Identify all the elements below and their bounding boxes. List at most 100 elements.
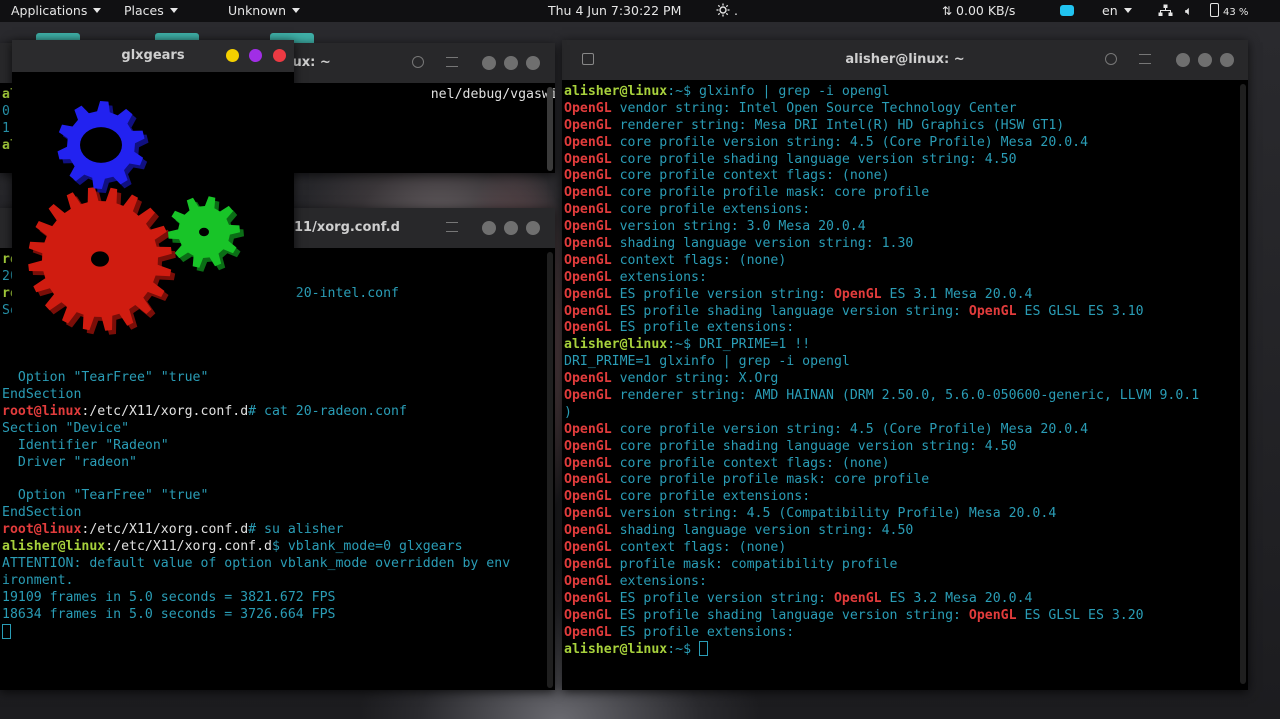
title-bar[interactable]: alisher@linux: ~	[562, 40, 1248, 80]
terminal-text: 18634 frames in 5.0 seconds = 3726.664 F…	[2, 606, 336, 622]
terminal-line: OpenGL ES profile version string: OpenGL…	[564, 287, 1248, 304]
terminal-text: ES 3.2 Mesa 20.0.4	[881, 590, 1033, 606]
minimize-icon[interactable]	[226, 49, 239, 62]
terminal-text: alisher@linux	[564, 84, 668, 99]
terminal-text: alisher@linux	[2, 539, 106, 555]
menu-icon[interactable]	[1139, 54, 1151, 64]
minimize-icon[interactable]	[1176, 53, 1190, 67]
terminal-text: :/etc/X11/xorg.conf.d	[81, 522, 249, 538]
terminal-text: core profile shading language version st…	[611, 151, 1017, 167]
menu-icon[interactable]	[446, 222, 458, 232]
terminal-text: root@linux	[2, 522, 82, 538]
glxgears-window[interactable]: glxgears	[12, 40, 294, 336]
maximize-icon[interactable]	[1198, 53, 1212, 67]
terminal-text: Driver "radeon"	[2, 454, 137, 470]
places-menu[interactable]: Places	[124, 0, 178, 22]
terminal-text: ironment.	[2, 572, 74, 588]
terminal-window-right[interactable]: alisher@linux: ~ alisher@linux:~$ glxinf…	[562, 40, 1248, 690]
scrollbar[interactable]	[547, 87, 553, 171]
terminal-text: version string: 3.0 Mesa 20.0.4	[611, 219, 866, 235]
minimize-icon[interactable]	[482, 56, 496, 70]
terminal-text: Identifier "Radeon"	[2, 437, 169, 453]
battery-icon	[1210, 3, 1219, 17]
terminal-text: core profile extensions:	[611, 489, 811, 505]
weather-indicator[interactable]: .	[716, 0, 738, 22]
terminal-line: OpenGL extensions:	[564, 270, 1248, 287]
terminal-text: OpenGL	[564, 607, 612, 623]
terminal-text: # su alisher	[248, 522, 344, 538]
terminal-text: extensions:	[611, 573, 707, 589]
battery-indicator[interactable]: 43 %	[1210, 0, 1248, 22]
close-icon[interactable]	[273, 49, 286, 62]
terminal-text: OpenGL	[564, 185, 612, 201]
terminal-text: OpenGL	[968, 303, 1017, 319]
terminal-text: context flags: (none)	[611, 540, 787, 556]
terminal-line: OpenGL extensions:	[564, 574, 1248, 591]
terminal-line: ATTENTION: default value of option vblan…	[2, 556, 555, 573]
terminal-text: OpenGL	[833, 286, 882, 302]
terminal-line: OpenGL ES profile shading language versi…	[564, 304, 1248, 321]
terminal-line: alisher@linux:~$	[564, 641, 1248, 658]
terminal-text: OpenGL	[564, 438, 612, 454]
network-tray[interactable]	[1158, 0, 1173, 22]
terminal-line: OpenGL ES profile version string: OpenGL…	[564, 591, 1248, 608]
terminal-text: shading language version string: 4.50	[611, 523, 914, 539]
network-speed-indicator[interactable]: ⇅ 0.00 KB/s	[942, 0, 1015, 22]
top-panel: Applications Places Unknown Thu 4 Jun 7:…	[0, 0, 1280, 22]
chevron-down-icon	[1123, 8, 1132, 13]
terminal-text: # cat 20-radeon.conf	[248, 404, 407, 420]
language-menu[interactable]: en	[1102, 0, 1132, 22]
scrollbar[interactable]	[1240, 84, 1246, 684]
chevron-down-icon	[169, 8, 178, 13]
terminal-line: EndSection	[2, 505, 555, 522]
terminal-text: ES GLSL ES 3.20	[1016, 607, 1144, 623]
terminal-text: core profile context flags: (none)	[611, 168, 890, 184]
maximize-icon[interactable]	[504, 56, 518, 70]
menu-icon[interactable]	[446, 57, 458, 67]
terminal-cursor	[2, 623, 11, 639]
terminal-line: root@linux:/etc/X11/xorg.conf.d# cat 20-…	[2, 404, 555, 421]
maximize-icon[interactable]	[504, 221, 518, 235]
terminal-text: renderer string: AMD HAINAN (DRM 2.50.0,…	[611, 388, 1200, 404]
terminal-text: OpenGL	[564, 151, 612, 167]
applications-menu[interactable]: Applications	[11, 0, 102, 22]
terminal-line: OpenGL core profile context flags: (none…	[564, 168, 1248, 185]
title-bar[interactable]: glxgears	[12, 40, 294, 72]
active-app-menu[interactable]: Unknown	[228, 0, 301, 22]
terminal-text: vendor string: X.Org	[611, 371, 779, 387]
terminal-text: OpenGL	[564, 100, 612, 116]
terminal-text: $ vblank_mode=0 glxgears	[271, 539, 463, 555]
terminal-text: version string: 4.5 (Compatibility Profi…	[611, 506, 1057, 522]
terminal-text: OpenGL	[564, 202, 612, 218]
weather-icon	[716, 3, 730, 17]
terminal-text: extensions:	[611, 269, 707, 285]
terminal-line: ironment.	[2, 573, 555, 590]
terminal-text: core profile shading language version st…	[611, 438, 1017, 454]
terminal-line: OpenGL core profile version string: 4.5 …	[564, 422, 1248, 439]
terminal-line: OpenGL ES profile extensions:	[564, 320, 1248, 337]
terminal-line: 19109 frames in 5.0 seconds = 3821.672 F…	[2, 590, 555, 607]
terminal-text: OpenGL	[564, 252, 612, 268]
terminal-text: :~$ DRI_PRIME=1 !!	[667, 337, 811, 353]
terminal-text: core profile version string: 4.5 (Core P…	[611, 134, 1089, 150]
close-icon[interactable]	[526, 221, 540, 235]
volume-control[interactable]: 🔈︎	[1185, 0, 1193, 22]
minimize-icon[interactable]	[482, 221, 496, 235]
terminal-text: OpenGL	[564, 624, 612, 640]
terminal-line: Driver "radeon"	[2, 455, 555, 472]
maximize-icon[interactable]	[249, 49, 262, 62]
terminal-output[interactable]: alisher@linux:~$ glxinfo | grep -i openg…	[562, 84, 1248, 690]
terminal-line: DRI_PRIME=1 glxinfo | grep -i opengl	[564, 354, 1248, 371]
terminal-text: OpenGL	[564, 573, 612, 589]
keyboard-indicator[interactable]	[1060, 0, 1074, 22]
scrollbar[interactable]	[547, 252, 553, 688]
clock[interactable]: Thu 4 Jun 7:30:22 PM	[548, 0, 681, 22]
terminal-text: OpenGL	[564, 303, 612, 319]
close-icon[interactable]	[1220, 53, 1234, 67]
terminal-line: OpenGL vendor string: Intel Open Source …	[564, 101, 1248, 118]
close-icon[interactable]	[526, 56, 540, 70]
search-icon[interactable]	[412, 56, 424, 68]
search-icon[interactable]	[1105, 53, 1117, 65]
terminal-text: Option "TearFree" "true"	[2, 488, 209, 504]
